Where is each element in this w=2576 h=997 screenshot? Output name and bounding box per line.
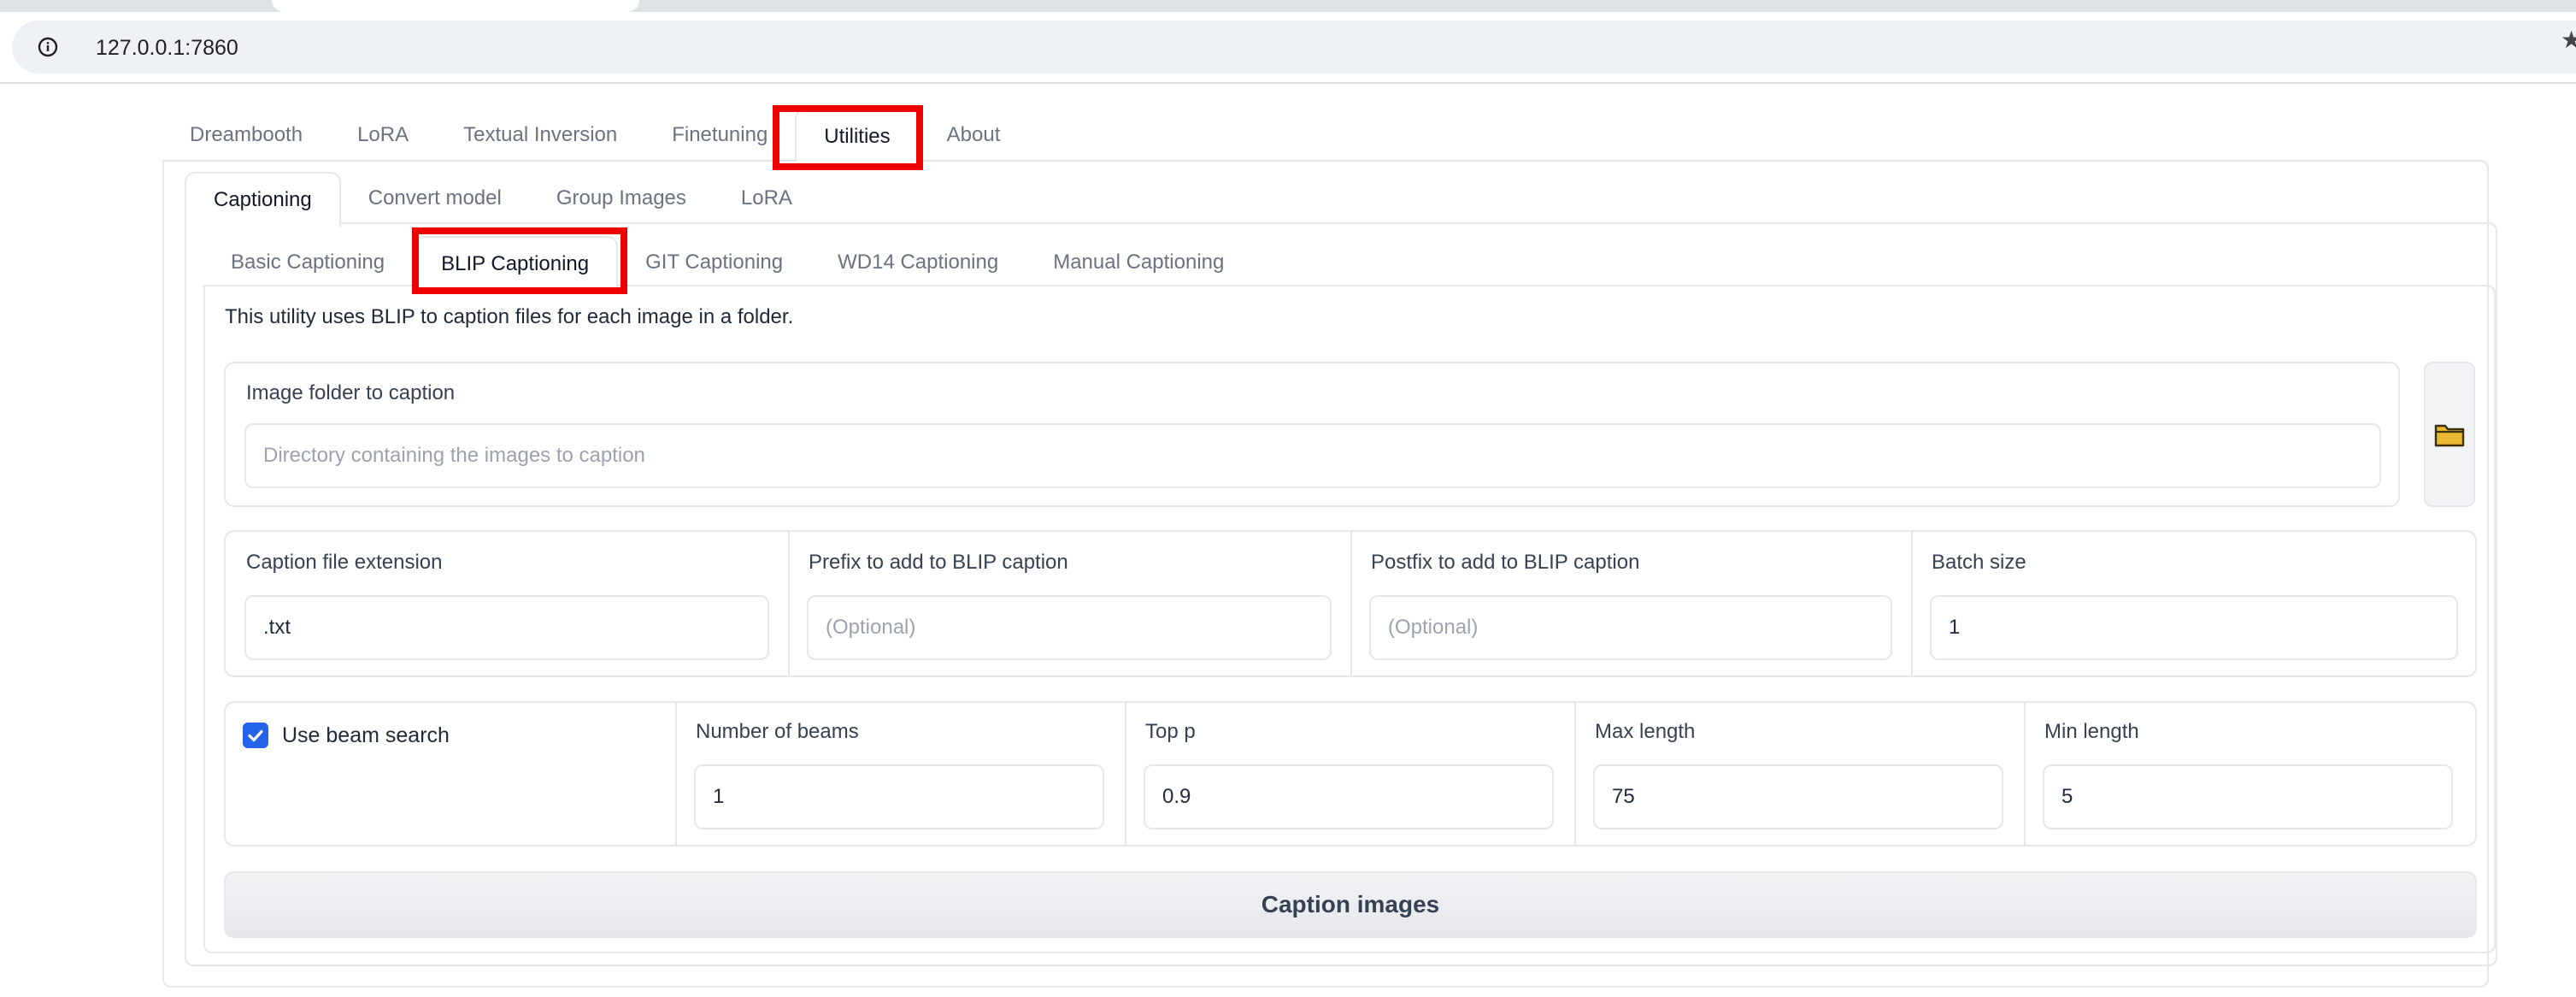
checkmark-icon xyxy=(248,729,263,742)
top-p-input[interactable]: 0.9 xyxy=(1144,764,1554,829)
tab-finetuning[interactable]: Finetuning xyxy=(644,109,795,162)
url-text[interactable]: 127.0.0.1:7860 xyxy=(96,36,238,61)
beam-search-block: Number of beams 1 Top p 0.9 Max length 7… xyxy=(224,701,2477,847)
divider xyxy=(1350,532,1352,675)
divider xyxy=(1911,532,1913,675)
divider xyxy=(1574,703,1576,845)
batch-size-label: Batch size xyxy=(1932,551,2026,574)
url-field[interactable]: 127.0.0.1:7860 xyxy=(12,21,2576,74)
divider xyxy=(675,703,677,845)
postfix-label: Postfix to add to BLIP caption xyxy=(1371,551,1640,574)
divider xyxy=(788,532,790,675)
tab-lora-utility[interactable]: LoRA xyxy=(714,172,820,225)
tab-convert-model[interactable]: Convert model xyxy=(341,172,529,225)
address-bar: 127.0.0.1:7860 ★ xyxy=(0,12,2576,84)
max-length-input[interactable]: 75 xyxy=(1593,764,2003,829)
main-tabs: Dreambooth LoRA Textual Inversion Finetu… xyxy=(162,109,1027,162)
star-icon[interactable]: ★ xyxy=(2561,26,2576,54)
caption-extension-input[interactable]: .txt xyxy=(244,595,769,660)
image-folder-block: Image folder to caption Directory contai… xyxy=(224,362,2400,507)
tab-wd14-captioning[interactable]: WD14 Captioning xyxy=(810,236,1026,289)
divider xyxy=(2024,703,2026,845)
tab-group-images[interactable]: Group Images xyxy=(529,172,714,225)
browser-tab-strip xyxy=(0,0,2576,12)
tab-lora[interactable]: LoRA xyxy=(330,109,436,162)
caption-extension-label: Caption file extension xyxy=(246,551,443,574)
utility-tabs: Captioning Convert model Group Images Lo… xyxy=(185,172,820,227)
tab-about[interactable]: About xyxy=(920,109,1028,162)
num-beams-label: Number of beams xyxy=(696,720,859,743)
postfix-input[interactable]: (Optional) xyxy=(1369,595,1892,660)
tab-blip-captioning[interactable]: BLIP Captioning xyxy=(412,236,619,289)
browser-active-tab[interactable] xyxy=(272,0,639,12)
prefix-label: Prefix to add to BLIP caption xyxy=(809,551,1068,574)
prefix-input[interactable]: (Optional) xyxy=(807,595,1332,660)
caption-options-block: Caption file extension .txt Prefix to ad… xyxy=(224,530,2477,677)
info-icon[interactable] xyxy=(38,37,58,57)
image-folder-input[interactable]: Directory containing the images to capti… xyxy=(244,423,2381,488)
tab-captioning[interactable]: Captioning xyxy=(185,172,341,227)
folder-icon xyxy=(2434,424,2465,447)
batch-size-input[interactable]: 1 xyxy=(1930,595,2458,660)
min-length-label: Min length xyxy=(2044,720,2139,743)
top-p-label: Top p xyxy=(1145,720,1196,743)
min-length-input[interactable]: 5 xyxy=(2043,764,2453,829)
tab-manual-captioning[interactable]: Manual Captioning xyxy=(1026,236,1251,289)
tab-dreambooth[interactable]: Dreambooth xyxy=(162,109,330,162)
caption-tabs: Basic Captioning BLIP Captioning GIT Cap… xyxy=(203,236,1251,289)
tab-utilities[interactable]: Utilities xyxy=(795,109,920,162)
max-length-label: Max length xyxy=(1595,720,1696,743)
image-folder-label: Image folder to caption xyxy=(246,381,456,404)
beam-search-checkbox[interactable] xyxy=(243,723,268,748)
beam-search-label[interactable]: Use beam search xyxy=(282,723,450,748)
tab-basic-captioning[interactable]: Basic Captioning xyxy=(203,236,412,289)
caption-images-button[interactable]: Caption images xyxy=(224,871,2477,938)
tab-textual-inversion[interactable]: Textual Inversion xyxy=(436,109,644,162)
tab-git-captioning[interactable]: GIT Captioning xyxy=(618,236,810,289)
folder-button[interactable] xyxy=(2424,362,2475,507)
num-beams-input[interactable]: 1 xyxy=(694,764,1104,829)
blip-description: This utility uses BLIP to caption files … xyxy=(225,305,794,328)
divider xyxy=(1125,703,1126,845)
